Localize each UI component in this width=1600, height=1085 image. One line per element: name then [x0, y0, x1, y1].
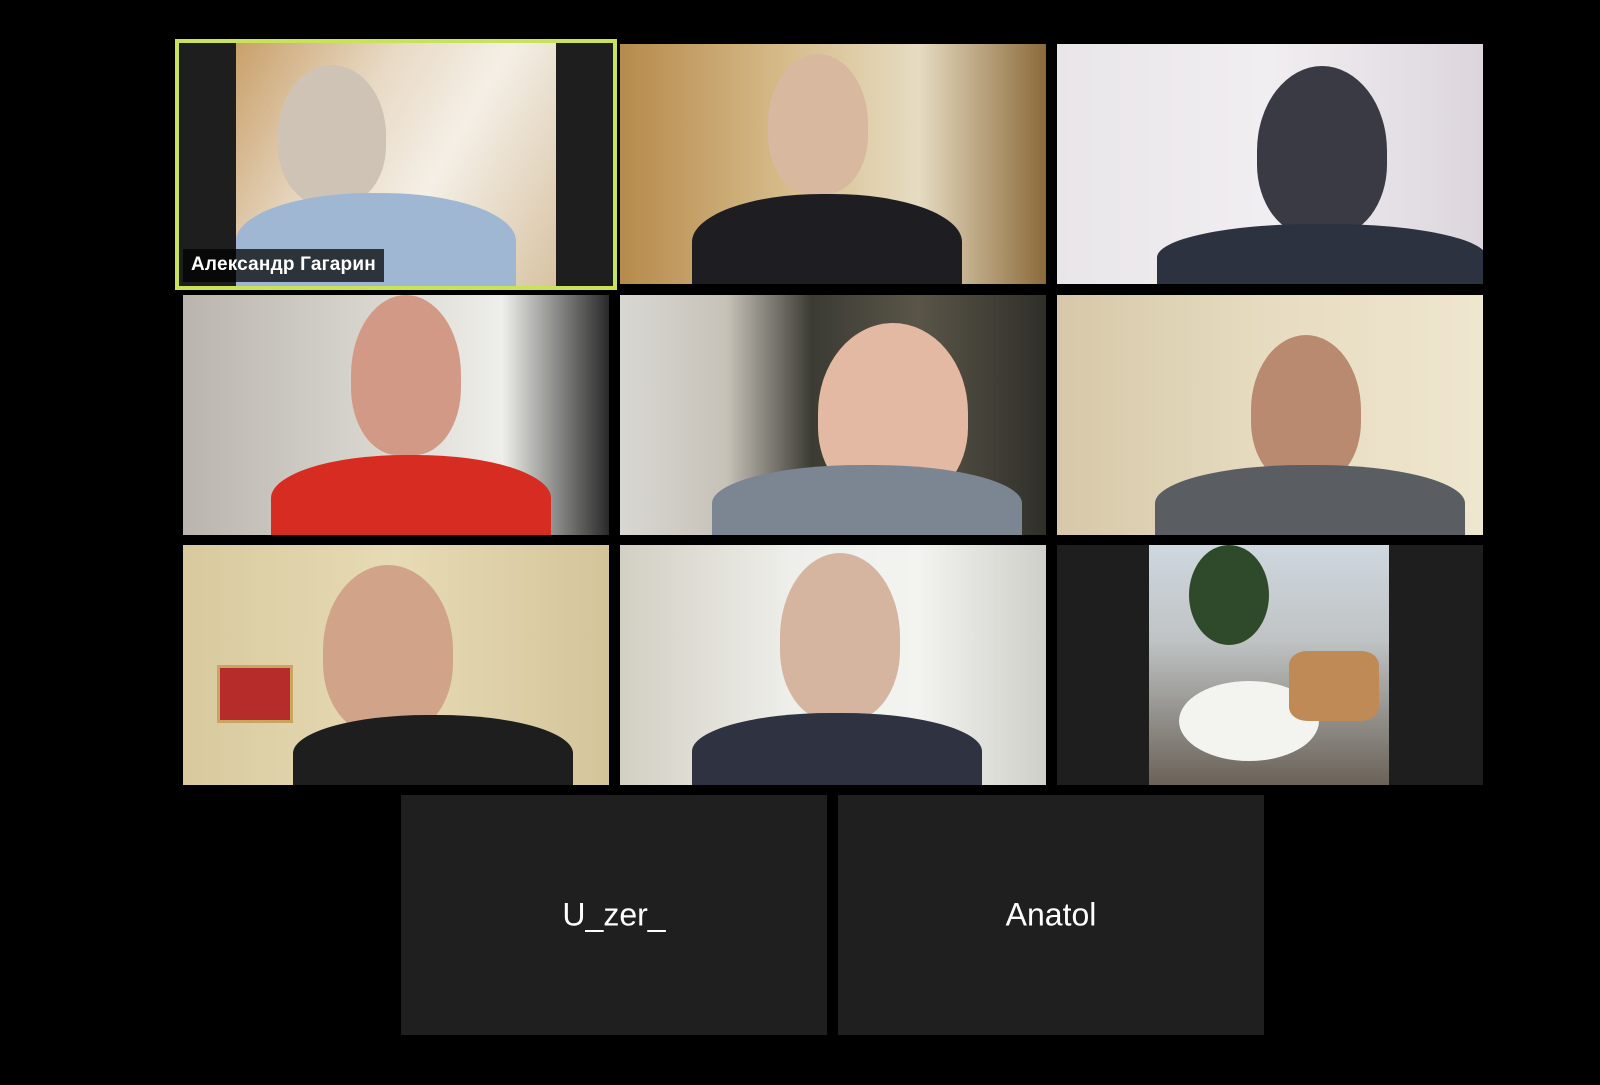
camera-image: [1149, 545, 1389, 785]
video-tile[interactable]: [620, 545, 1046, 785]
video-tile[interactable]: [620, 44, 1046, 284]
participant-name: Anatol: [1005, 896, 1097, 933]
video-tile[interactable]: [183, 545, 609, 785]
camera-image: [620, 545, 1046, 785]
camera-image: [183, 545, 609, 785]
participant-name: U_zer_: [562, 896, 666, 933]
participant-name-tag: Александр Гагарин: [183, 249, 384, 282]
camera-image: [1057, 295, 1483, 535]
video-tile[interactable]: [183, 295, 609, 535]
video-tile-active-speaker[interactable]: Александр Гагарин: [175, 39, 617, 290]
camera-image: [620, 44, 1046, 284]
video-tile-no-video[interactable]: U_zer_: [401, 795, 827, 1035]
video-tile-no-video[interactable]: Anatol: [838, 795, 1264, 1035]
camera-image: [620, 295, 1046, 535]
video-tile[interactable]: [620, 295, 1046, 535]
video-tile[interactable]: [1057, 44, 1483, 284]
camera-image: [1057, 44, 1483, 284]
video-tile[interactable]: [1057, 545, 1483, 785]
camera-image: [183, 295, 609, 535]
video-tile[interactable]: [1057, 295, 1483, 535]
